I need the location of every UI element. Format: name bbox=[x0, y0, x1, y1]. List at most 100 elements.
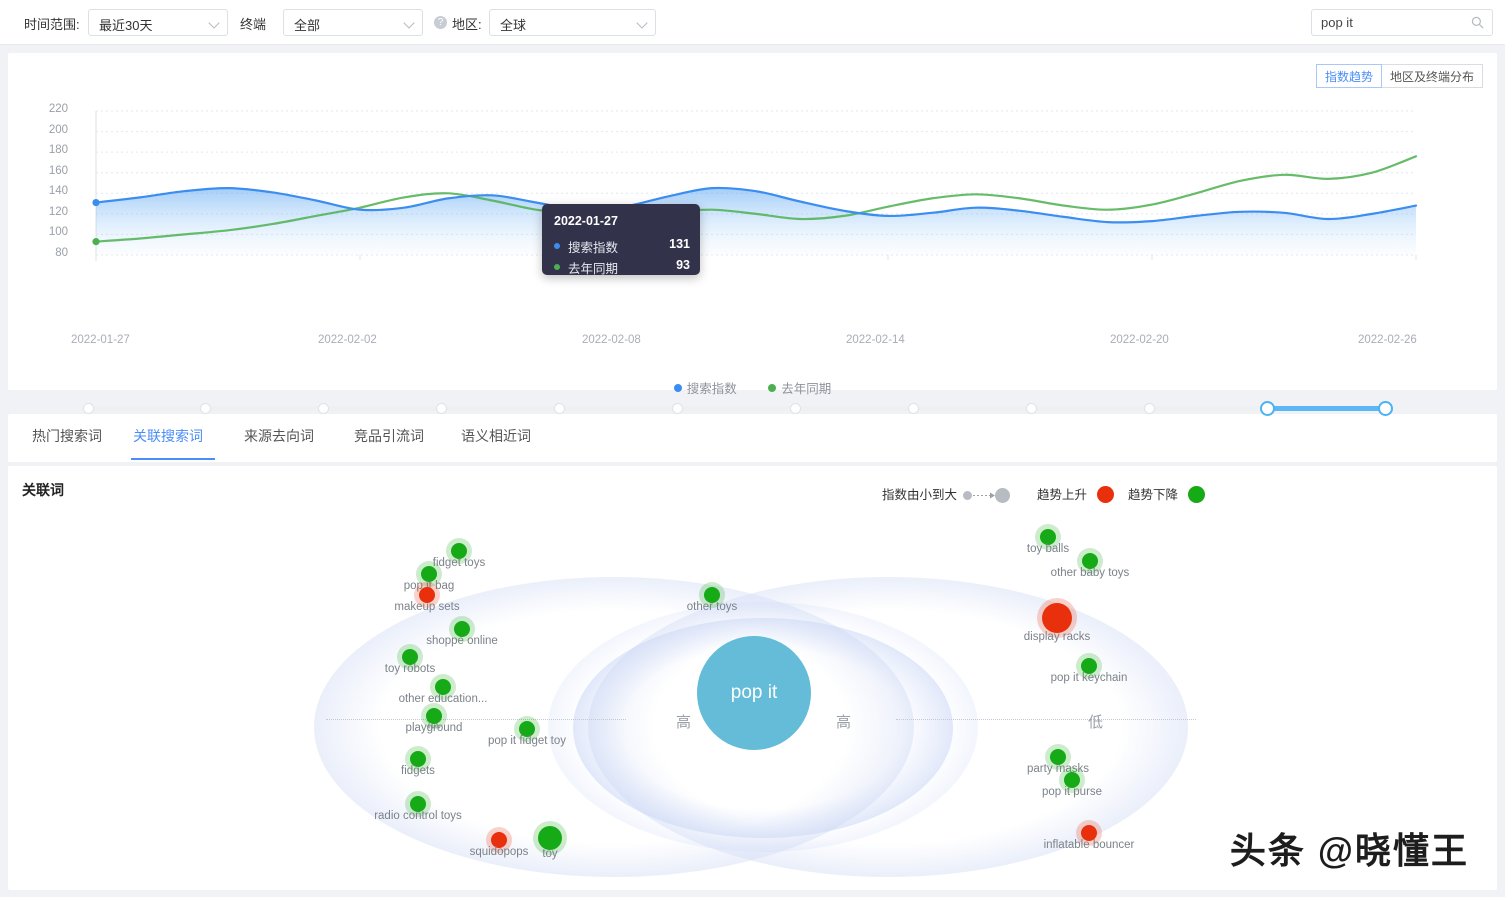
trend-chart-svg bbox=[92, 110, 1418, 261]
timeline-tick-mark[interactable] bbox=[789, 403, 801, 414]
y-axis-tick: 120 bbox=[48, 205, 68, 218]
y-axis-tick: 160 bbox=[48, 164, 68, 177]
tab-5[interactable]: 语义相近词 bbox=[461, 426, 531, 446]
bubble-node[interactable]: pop it bag bbox=[404, 561, 454, 592]
search-icon[interactable] bbox=[1471, 16, 1484, 29]
y-axis-tick: 180 bbox=[48, 144, 68, 157]
bubble-node[interactable]: display racks bbox=[1024, 598, 1090, 643]
tooltip-series-name: 搜索指数 bbox=[568, 241, 619, 255]
bubble-node-label: radio control toys bbox=[374, 810, 462, 822]
tooltip-row-last-year: 去年同期 93 bbox=[554, 258, 690, 276]
legend-size-label: 指数由小到大 bbox=[882, 488, 958, 502]
y-axis-tick: 140 bbox=[48, 185, 68, 198]
search-box[interactable]: pop it bbox=[1311, 9, 1493, 36]
bubble-node[interactable]: shoppe online bbox=[426, 616, 498, 647]
help-icon[interactable]: ? bbox=[434, 16, 447, 29]
bubble-node-label: display racks bbox=[1023, 631, 1091, 643]
bubble-node-label: other baby toys bbox=[1050, 567, 1130, 579]
bubble-node[interactable]: other toys bbox=[687, 582, 737, 613]
legend-item-last-year[interactable]: 去年同期 bbox=[768, 382, 831, 396]
time-range-label: 时间范围: bbox=[24, 17, 80, 32]
bubble-node[interactable]: toy robots bbox=[385, 644, 435, 675]
time-range-value: 最近30天 bbox=[99, 18, 153, 33]
time-range-select[interactable]: 最近30天 bbox=[88, 9, 228, 36]
legend-item-search-index[interactable]: 搜索指数 bbox=[673, 382, 737, 396]
device-value: 全部 bbox=[294, 18, 321, 33]
tab-1[interactable]: 热门搜索词 bbox=[32, 426, 102, 446]
bubble-node[interactable]: fidget toys bbox=[433, 538, 485, 569]
axis-label-right-high: 高 bbox=[836, 714, 852, 731]
bubble-node[interactable]: pop it purse bbox=[1042, 767, 1102, 798]
timeline-tick-mark[interactable] bbox=[554, 403, 566, 414]
timeline-tick-mark[interactable] bbox=[672, 403, 684, 414]
bubble-node-label: toy balls bbox=[1026, 543, 1070, 555]
related-keywords-card: 关联词 指数由小到大 趋势上升 趋势下降 高 高 低 pop it fidget… bbox=[8, 466, 1497, 890]
bubble-node-label: other education... bbox=[398, 693, 488, 705]
timeline-tick-mark[interactable] bbox=[200, 403, 212, 414]
bubble-node-label: fidgets bbox=[401, 765, 435, 777]
tab-3[interactable]: 来源去向词 bbox=[244, 426, 314, 446]
timeline-active-range[interactable] bbox=[1267, 406, 1385, 411]
filter-bar: 时间范围: 最近30天 终端 全部 ? 地区: 全球 pop it bbox=[0, 0, 1505, 45]
x-axis-tick: 2022-02-02 bbox=[318, 334, 377, 346]
chevron-down-icon bbox=[405, 19, 414, 28]
trend-chart[interactable]: 220 200 180 160 140 120 100 80 bbox=[8, 103, 1497, 283]
bubble-node[interactable]: pop it fidget toy bbox=[488, 716, 566, 747]
toggle-index-trend[interactable]: 指数趋势 bbox=[1315, 64, 1382, 88]
bubble-node[interactable]: radio control toys bbox=[374, 791, 462, 822]
x-axis-tick: 2022-02-26 bbox=[1358, 334, 1417, 346]
timeline-handle-start[interactable] bbox=[1259, 401, 1275, 416]
center-bubble-label: pop it bbox=[730, 682, 778, 703]
tab-2[interactable]: 关联搜索词 bbox=[133, 426, 203, 446]
timeline-track[interactable] bbox=[88, 406, 1385, 411]
timeline-tick-mark[interactable] bbox=[907, 403, 919, 414]
tab-4[interactable]: 竞品引流词 bbox=[354, 426, 424, 446]
timeline-tick-mark[interactable] bbox=[1025, 403, 1037, 414]
timeline-tick-mark[interactable] bbox=[82, 403, 94, 414]
search-input[interactable]: pop it bbox=[1321, 15, 1353, 30]
section-title: 关联词 bbox=[22, 482, 64, 498]
bubble-node[interactable]: other baby toys bbox=[1051, 548, 1129, 579]
bubble-node[interactable]: toy balls bbox=[1027, 524, 1069, 555]
chevron-down-icon bbox=[638, 19, 647, 28]
y-axis-tick: 100 bbox=[48, 226, 68, 239]
bubble-node[interactable]: fidgets bbox=[401, 746, 435, 777]
bubble-node-label: pop it keychain bbox=[1050, 672, 1128, 684]
bubble-node[interactable]: party masks bbox=[1027, 744, 1089, 775]
arrow-right-icon bbox=[972, 492, 995, 499]
tooltip-row-search-index: 搜索指数 131 bbox=[554, 237, 690, 255]
chart-legend[interactable]: 搜索指数 去年同期 bbox=[8, 378, 1497, 397]
y-axis-tick: 220 bbox=[48, 103, 68, 115]
bubble-node[interactable]: pop it keychain bbox=[1051, 653, 1127, 684]
x-axis-tick: 2022-02-14 bbox=[846, 334, 905, 346]
bubble-node-label: other toys bbox=[686, 601, 738, 613]
bubble-node[interactable]: inflatable bouncer bbox=[1044, 820, 1134, 851]
bubble-node[interactable]: makeup sets bbox=[394, 582, 460, 613]
bubble-node-label: makeup sets bbox=[394, 601, 460, 613]
region-select[interactable]: 全球 bbox=[489, 9, 656, 36]
bubble-node-label: toy bbox=[542, 848, 558, 860]
tooltip-series-value: 93 bbox=[676, 258, 690, 272]
active-tab-underline bbox=[131, 458, 215, 460]
device-select[interactable]: 全部 bbox=[283, 9, 423, 36]
y-axis-tick: 200 bbox=[48, 123, 68, 136]
tooltip-date: 2022-01-27 bbox=[554, 214, 618, 228]
bubble-node[interactable]: toy bbox=[533, 821, 567, 860]
timeline-tick-mark[interactable] bbox=[1143, 403, 1155, 414]
timeline-tick-mark[interactable] bbox=[436, 403, 448, 414]
center-bubble[interactable]: pop it bbox=[697, 636, 811, 750]
toggle-region-device[interactable]: 地区及终端分布 bbox=[1380, 64, 1483, 88]
timeline-handle-end[interactable] bbox=[1377, 401, 1393, 416]
bubble-node-label: fidget toys bbox=[432, 557, 486, 569]
tooltip-series-name: 去年同期 bbox=[568, 262, 619, 276]
legend-label: 去年同期 bbox=[781, 382, 832, 396]
axis-line-left bbox=[326, 719, 626, 721]
series-dot-icon bbox=[554, 264, 560, 270]
trend-chart-card: 指数趋势 地区及终端分布 220 200 180 160 140 120 100 80 202… bbox=[8, 53, 1497, 430]
legend-dot-icon bbox=[768, 384, 777, 392]
timeline-tick-mark[interactable] bbox=[318, 403, 330, 414]
view-toggle[interactable]: 指数趋势 地区及终端分布 bbox=[1315, 64, 1483, 88]
bubble-node[interactable]: other education... bbox=[399, 674, 487, 705]
bubble-node[interactable]: squidopops bbox=[470, 827, 528, 858]
bubble-node[interactable]: playground bbox=[406, 703, 462, 734]
